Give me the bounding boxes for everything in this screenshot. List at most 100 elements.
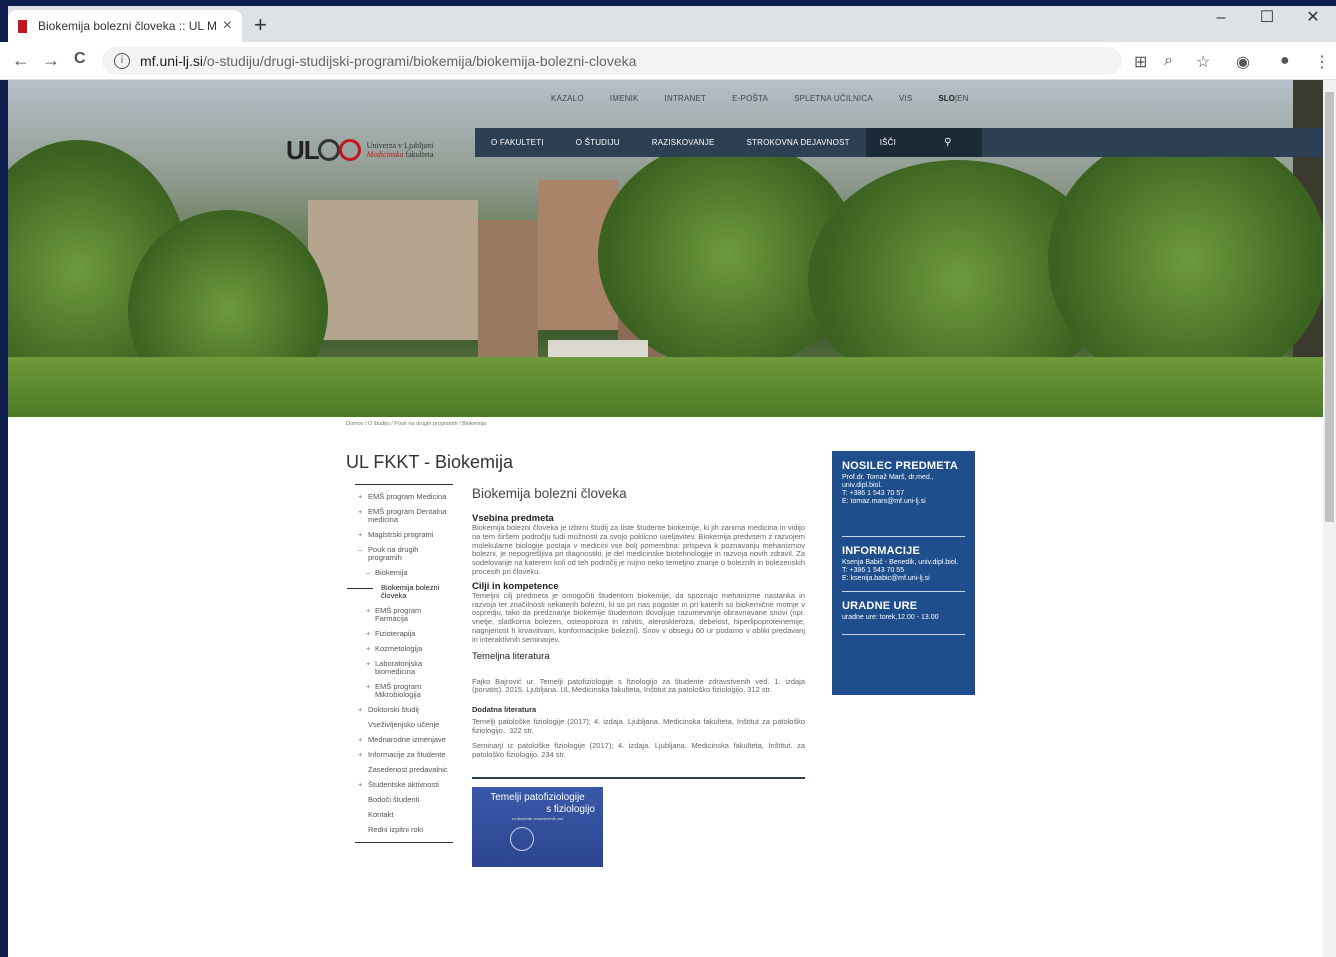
minimize-button[interactable]: – bbox=[1198, 6, 1244, 38]
logo-ring-icon bbox=[317, 139, 340, 161]
left-nav-label: Biokemija bolezni človeka bbox=[381, 583, 440, 600]
left-nav-label: Kontakt bbox=[368, 810, 394, 819]
book-cover-image[interactable]: Temelji patofiziologije s fiziologijo za… bbox=[472, 787, 603, 868]
left-nav-item[interactable]: + EMŠ program Mikrobiologija bbox=[355, 683, 453, 699]
forward-icon[interactable]: → bbox=[42, 50, 60, 71]
left-nav-label: Doktorski študij bbox=[368, 705, 419, 714]
current-item-marker bbox=[347, 588, 373, 589]
left-nav-bullet-icon: + bbox=[358, 492, 363, 501]
left-nav-item[interactable]: + EMŠ program Dentalna medicina bbox=[355, 508, 453, 524]
left-nav-item[interactable]: Redni izpitni roki bbox=[355, 826, 453, 834]
util-link-vis[interactable]: VIS bbox=[899, 94, 913, 103]
left-nav-label: EMŠ program Dentalna medicina bbox=[368, 507, 447, 524]
page-viewport: KAZALO IMENIK INTRANET E-POŠTA SPLETNA U… bbox=[8, 80, 1336, 957]
left-nav-label: EMŠ program Farmacija bbox=[375, 606, 422, 623]
left-nav-item[interactable]: Vseživljenjsko učenje bbox=[355, 721, 453, 729]
logo-red-ring-icon bbox=[338, 139, 361, 161]
left-nav-item[interactable]: + EMŠ program Medicina bbox=[355, 493, 453, 501]
left-nav-item[interactable]: Kontakt bbox=[355, 811, 453, 819]
tab-close-icon[interactable]: × bbox=[223, 17, 232, 35]
window-controls: – ☐ ✕ bbox=[1198, 6, 1336, 38]
search-label[interactable]: IŠČI bbox=[880, 138, 928, 147]
close-window-button[interactable]: ✕ bbox=[1290, 6, 1336, 38]
book-subtitle: za študente zdravstvenih ved bbox=[511, 816, 564, 822]
text-vsebina: Biokemija bolezni človeka je izbirni štu… bbox=[472, 523, 805, 576]
left-nav-label: Redni izpitni roki bbox=[368, 825, 424, 834]
left-nav-bullet-icon: + bbox=[366, 606, 371, 615]
content-divider bbox=[472, 777, 805, 780]
logo-ul-text: UL bbox=[286, 134, 320, 165]
left-nav-item[interactable]: Bodoči študenti bbox=[355, 796, 453, 804]
text-cilji: Temeljni cilj predmeta je omogočiti štud… bbox=[472, 590, 805, 644]
left-nav-item[interactable]: – Biokemija bbox=[355, 569, 453, 577]
browser-window: Biokemija bolezni človeka :: UL M × + – … bbox=[0, 0, 1336, 957]
nav-o-fakulteti[interactable]: O FAKULTETI bbox=[475, 138, 560, 147]
text-dodatna-1: Temelji patološke fiziologije (2017); 4.… bbox=[472, 717, 805, 735]
left-nav-item[interactable]: + Kozmetologija bbox=[355, 645, 453, 653]
lang-en[interactable]: EN bbox=[957, 94, 969, 103]
address-bar[interactable]: i mf.uni-lj.si/o-studiju/drugi-studijski… bbox=[102, 47, 1122, 75]
book-title-2: s fiziologijo bbox=[546, 804, 595, 816]
nosilec-email[interactable]: E: tomaz.mars@mf.uni-lj.si bbox=[842, 498, 965, 506]
breadcrumb[interactable]: Domov / O študiju / Pouk na drugih progr… bbox=[346, 421, 486, 427]
profile-icon[interactable]: ● bbox=[1280, 52, 1290, 70]
translate-icon[interactable]: ⊞ bbox=[1134, 52, 1147, 72]
extension-icon[interactable]: ◉ bbox=[1236, 52, 1250, 72]
hero-banner: KAZALO IMENIK INTRANET E-POŠTA SPLETNA U… bbox=[8, 80, 1323, 417]
left-nav-bullet-icon: + bbox=[366, 659, 371, 668]
browser-tab[interactable]: Biokemija bolezni človeka :: UL M × bbox=[8, 10, 242, 42]
left-nav-item[interactable]: + Informacije za študente bbox=[355, 751, 453, 759]
left-nav-item[interactable]: + EMŠ program Farmacija bbox=[355, 607, 453, 623]
left-nav-item[interactable]: – Pouk na drugih programih bbox=[355, 546, 453, 562]
url-host: mf.uni-lj.si bbox=[140, 53, 204, 69]
left-nav-item[interactable]: + Fizioterapija bbox=[355, 630, 453, 638]
left-nav-label: Vseživljenjsko učenje bbox=[368, 720, 440, 729]
util-link-intranet[interactable]: INTRANET bbox=[665, 94, 707, 103]
scroll-thumb[interactable] bbox=[1325, 92, 1334, 522]
info-email[interactable]: E: ksenija.babic@mf.uni-lj.si bbox=[842, 575, 965, 583]
sidebox-heading-ure: URADNE URE bbox=[842, 600, 918, 612]
back-icon[interactable]: ← bbox=[12, 50, 30, 71]
book-title-1: Temelji patofiziologije bbox=[490, 792, 585, 804]
text-dodatna-2: Seminarji iz patološke fiziologije (2017… bbox=[472, 740, 805, 759]
nav-o-studiju[interactable]: O ŠTUDIJU bbox=[560, 138, 636, 147]
left-nav-item[interactable]: Zasedenost predavalnic bbox=[355, 766, 453, 774]
url-path: /o-studiju/drugi-studijski-programi/biok… bbox=[203, 53, 637, 69]
lang-slo[interactable]: SLO bbox=[938, 94, 954, 103]
office-hours: uradne ure: torek,12.00 - 13.00 bbox=[842, 614, 939, 621]
left-nav-bullet-icon: – bbox=[358, 545, 363, 554]
left-nav-item[interactable]: + Doktorski študij bbox=[355, 706, 453, 714]
search-area: IŠČI ⚲ bbox=[865, 128, 982, 157]
left-nav-item[interactable]: + Magistrski programi bbox=[355, 531, 453, 539]
bookmark-star-icon[interactable]: ☆ bbox=[1196, 52, 1210, 72]
left-nav-bullet-icon: + bbox=[358, 750, 363, 759]
util-link-ucilnica[interactable]: SPLETNA UČILNICA bbox=[794, 94, 873, 103]
menu-icon[interactable]: ⋮ bbox=[1314, 52, 1330, 72]
sidebox-divider bbox=[842, 591, 965, 592]
left-nav-item[interactable]: + Laboratorijska biomedicina bbox=[355, 660, 453, 676]
util-link-eposta[interactable]: E-POŠTA bbox=[732, 94, 768, 103]
left-nav-label: Pouk na drugih programih bbox=[368, 545, 419, 562]
util-link-kazalo[interactable]: KAZALO bbox=[551, 94, 584, 103]
nav-strokovna-dejavnost[interactable]: STROKOVNA DEJAVNOST bbox=[730, 138, 865, 147]
left-nav-bottom-divider bbox=[355, 842, 453, 843]
logo-caption: Univerza v Ljubljani Medicinska fakulteta bbox=[366, 141, 434, 159]
sidebox-divider bbox=[842, 536, 965, 537]
nav-raziskovanje[interactable]: RAZISKOVANJE bbox=[636, 138, 731, 147]
maximize-button[interactable]: ☐ bbox=[1244, 6, 1290, 38]
left-nav-item[interactable]: + Mednarodne izmenjave bbox=[355, 736, 453, 744]
new-tab-button[interactable]: + bbox=[254, 12, 267, 38]
search-icon[interactable]: ⚲ bbox=[928, 137, 968, 148]
ul-logo[interactable]: UL Univerza v Ljubljani Medicinska fakult… bbox=[286, 134, 476, 166]
left-nav-bullet-icon: + bbox=[358, 705, 363, 714]
site-info-icon[interactable]: i bbox=[114, 53, 130, 69]
heading-temeljna: Temeljna literatura bbox=[472, 650, 550, 662]
zoom-icon[interactable]: ⌕ bbox=[1164, 52, 1173, 70]
left-nav-item[interactable]: + Študentske aktivnosti bbox=[355, 781, 453, 789]
left-nav-label: Študentske aktivnosti bbox=[368, 780, 439, 789]
reload-icon[interactable]: C bbox=[74, 50, 86, 68]
left-nav-item[interactable]: Biokemija bolezni človeka bbox=[347, 583, 453, 600]
util-link-imenik[interactable]: IMENIK bbox=[610, 94, 639, 103]
page-scrollbar[interactable] bbox=[1323, 80, 1336, 957]
left-sidebar-nav: + EMŠ program Medicina + EMŠ program Dental… bbox=[347, 484, 453, 851]
